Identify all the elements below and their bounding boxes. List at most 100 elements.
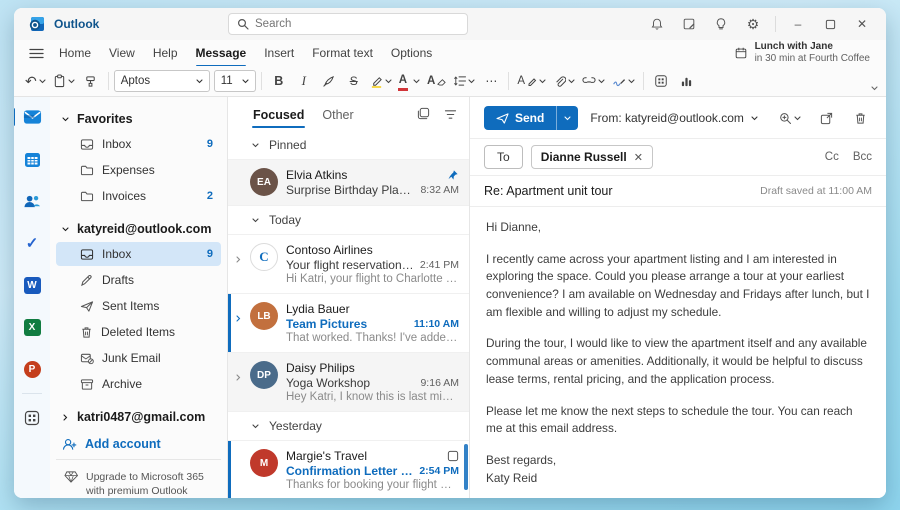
search-input[interactable] (255, 18, 435, 30)
cc-button[interactable]: Cc (825, 151, 839, 163)
hamburger-menu-icon[interactable] (22, 42, 50, 64)
chevron-right-icon[interactable] (235, 249, 242, 267)
line-spacing-button[interactable] (450, 69, 478, 93)
calendar-reminder[interactable]: Lunch with Jane in 30 min at Fourth Coff… (734, 41, 876, 66)
settings-gear-icon[interactable]: ⚙ (739, 12, 767, 36)
rail-todo-icon[interactable]: ✓ (18, 229, 46, 257)
select-messages-icon[interactable] (415, 105, 432, 125)
rail-powerpoint-icon[interactable]: P (18, 355, 46, 383)
chevron-right-icon[interactable] (235, 367, 242, 385)
insert-link-button[interactable] (579, 69, 608, 93)
send-button[interactable]: Send (484, 106, 556, 130)
rail-excel-icon[interactable]: X (18, 313, 46, 341)
font-size-select[interactable]: 11 (214, 70, 256, 92)
insert-chart-button[interactable] (674, 69, 698, 93)
section-yesterday[interactable]: Yesterday (228, 411, 469, 440)
popout-icon (820, 112, 833, 125)
chevron-down-icon (62, 227, 69, 232)
notifications-bell-icon[interactable] (643, 12, 671, 36)
editor-button[interactable]: A (514, 69, 549, 93)
pin-icon[interactable] (447, 169, 459, 181)
folder-favorites-invoices[interactable]: Invoices 2 (56, 184, 221, 208)
attach-file-button[interactable] (550, 69, 578, 93)
title-bar: Outlook ⚙ – ✕ (14, 8, 886, 40)
minimize-button[interactable]: – (784, 12, 812, 36)
account-outlook-header[interactable]: katyreid@outlook.com (56, 217, 221, 241)
folder-archive[interactable]: Archive (56, 372, 221, 396)
tab-message[interactable]: Message (187, 42, 256, 64)
send-options-chevron[interactable] (556, 106, 578, 130)
rail-more-apps-icon[interactable] (18, 404, 46, 432)
tab-view[interactable]: View (100, 42, 144, 64)
chevron-right-icon[interactable] (235, 308, 242, 326)
tab-other[interactable]: Other (321, 106, 354, 124)
subject: Yoga Workshop (286, 376, 414, 390)
maximize-button[interactable] (816, 12, 844, 36)
section-today[interactable]: Today (228, 205, 469, 234)
discard-trash-button[interactable] (848, 106, 872, 130)
rail-mail-icon[interactable] (18, 103, 46, 131)
mail-item-elvia[interactable]: EA Elvia Atkins Surprise Birthday Planni… (228, 159, 469, 205)
from-selector[interactable]: From: katyreid@outlook.com (590, 111, 758, 125)
search-bar[interactable] (228, 13, 468, 35)
mail-item-contoso[interactable]: C Contoso Airlines Your flight reservati… (228, 234, 469, 293)
filter-icon[interactable] (442, 105, 459, 125)
section-pinned[interactable]: Pinned (228, 131, 469, 159)
list-scrollbar[interactable] (464, 444, 468, 490)
mail-item-lydia[interactable]: LB Lydia Bauer Team Pictures 11:10 AM Th… (228, 293, 469, 352)
tab-help[interactable]: Help (144, 42, 187, 64)
subject-row[interactable]: Re: Apartment unit tour Draft saved at 1… (470, 175, 886, 207)
rail-word-icon[interactable]: W (18, 271, 46, 299)
more-formatting-button[interactable]: ⋯ (479, 69, 503, 93)
upgrade-banner[interactable]: Upgrade to Microsoft 365 with premium Ou… (56, 459, 221, 498)
open-in-new-window-button[interactable] (814, 106, 838, 130)
rail-calendar-icon[interactable] (18, 145, 46, 173)
add-account-button[interactable]: Add account (56, 429, 221, 459)
paste-button[interactable] (50, 69, 78, 93)
remove-recipient-icon[interactable]: ✕ (634, 151, 643, 164)
italic-button[interactable]: I (292, 69, 316, 93)
mail-item-margie[interactable]: M Margie's Travel Confirmation Letter - … (228, 440, 469, 498)
signature-button[interactable] (609, 69, 638, 93)
highlight-button[interactable] (367, 69, 395, 93)
tab-focused[interactable]: Focused (252, 106, 305, 124)
account-gmail-header[interactable]: katri0487@gmail.com (56, 405, 221, 429)
font-name-select[interactable]: Aptos (114, 70, 210, 92)
folder-favorites-expenses[interactable]: Expenses (56, 158, 221, 182)
tab-options[interactable]: Options (382, 42, 441, 64)
tab-format-text[interactable]: Format text (303, 42, 382, 64)
tab-home[interactable]: Home (50, 42, 100, 64)
format-painter-button[interactable] (79, 69, 103, 93)
loop-components-button[interactable] (649, 69, 673, 93)
bold-button[interactable]: B (267, 69, 291, 93)
ribbon-collapse-button[interactable] (871, 79, 878, 94)
drafts-pencil-icon (80, 274, 94, 287)
folder-sent-items[interactable]: Sent Items (56, 294, 221, 318)
message-body-editor[interactable]: Hi Dianne, I recently came across your a… (470, 207, 886, 498)
tips-lightbulb-icon[interactable] (707, 12, 735, 36)
quill-pen-icon[interactable] (317, 69, 341, 93)
strikethrough-button[interactable]: S (342, 69, 366, 93)
folder-favorites-inbox[interactable]: Inbox 9 (56, 132, 221, 156)
sender: Contoso Airlines (286, 243, 459, 257)
zoom-button[interactable] (776, 106, 804, 130)
mail-item-daisy[interactable]: DP Daisy Philips Yoga Workshop 9:16 AM H… (228, 352, 469, 411)
rail-people-icon[interactable] (18, 187, 46, 215)
folder-drafts[interactable]: Drafts (56, 268, 221, 292)
folder-inbox[interactable]: Inbox 9 (56, 242, 221, 266)
font-color-button[interactable]: A (396, 69, 423, 93)
notes-icon[interactable] (675, 12, 703, 36)
subject-field[interactable]: Re: Apartment unit tour (484, 184, 613, 198)
undo-button[interactable]: ↶ (22, 69, 49, 93)
tab-insert[interactable]: Insert (255, 42, 303, 64)
close-button[interactable]: ✕ (848, 12, 876, 36)
favorites-header[interactable]: Favorites (56, 107, 221, 131)
reminder-subtitle: in 30 min at Fourth Coffee (755, 53, 870, 66)
folder-deleted-items[interactable]: Deleted Items (56, 320, 221, 344)
clear-formatting-button[interactable]: A (424, 69, 449, 93)
recipient-chip[interactable]: Dianne Russell ✕ (531, 145, 653, 169)
checkbox-icon[interactable] (447, 450, 459, 462)
to-button[interactable]: To (484, 145, 523, 169)
bcc-button[interactable]: Bcc (853, 151, 872, 163)
folder-junk-email[interactable]: Junk Email (56, 346, 221, 370)
